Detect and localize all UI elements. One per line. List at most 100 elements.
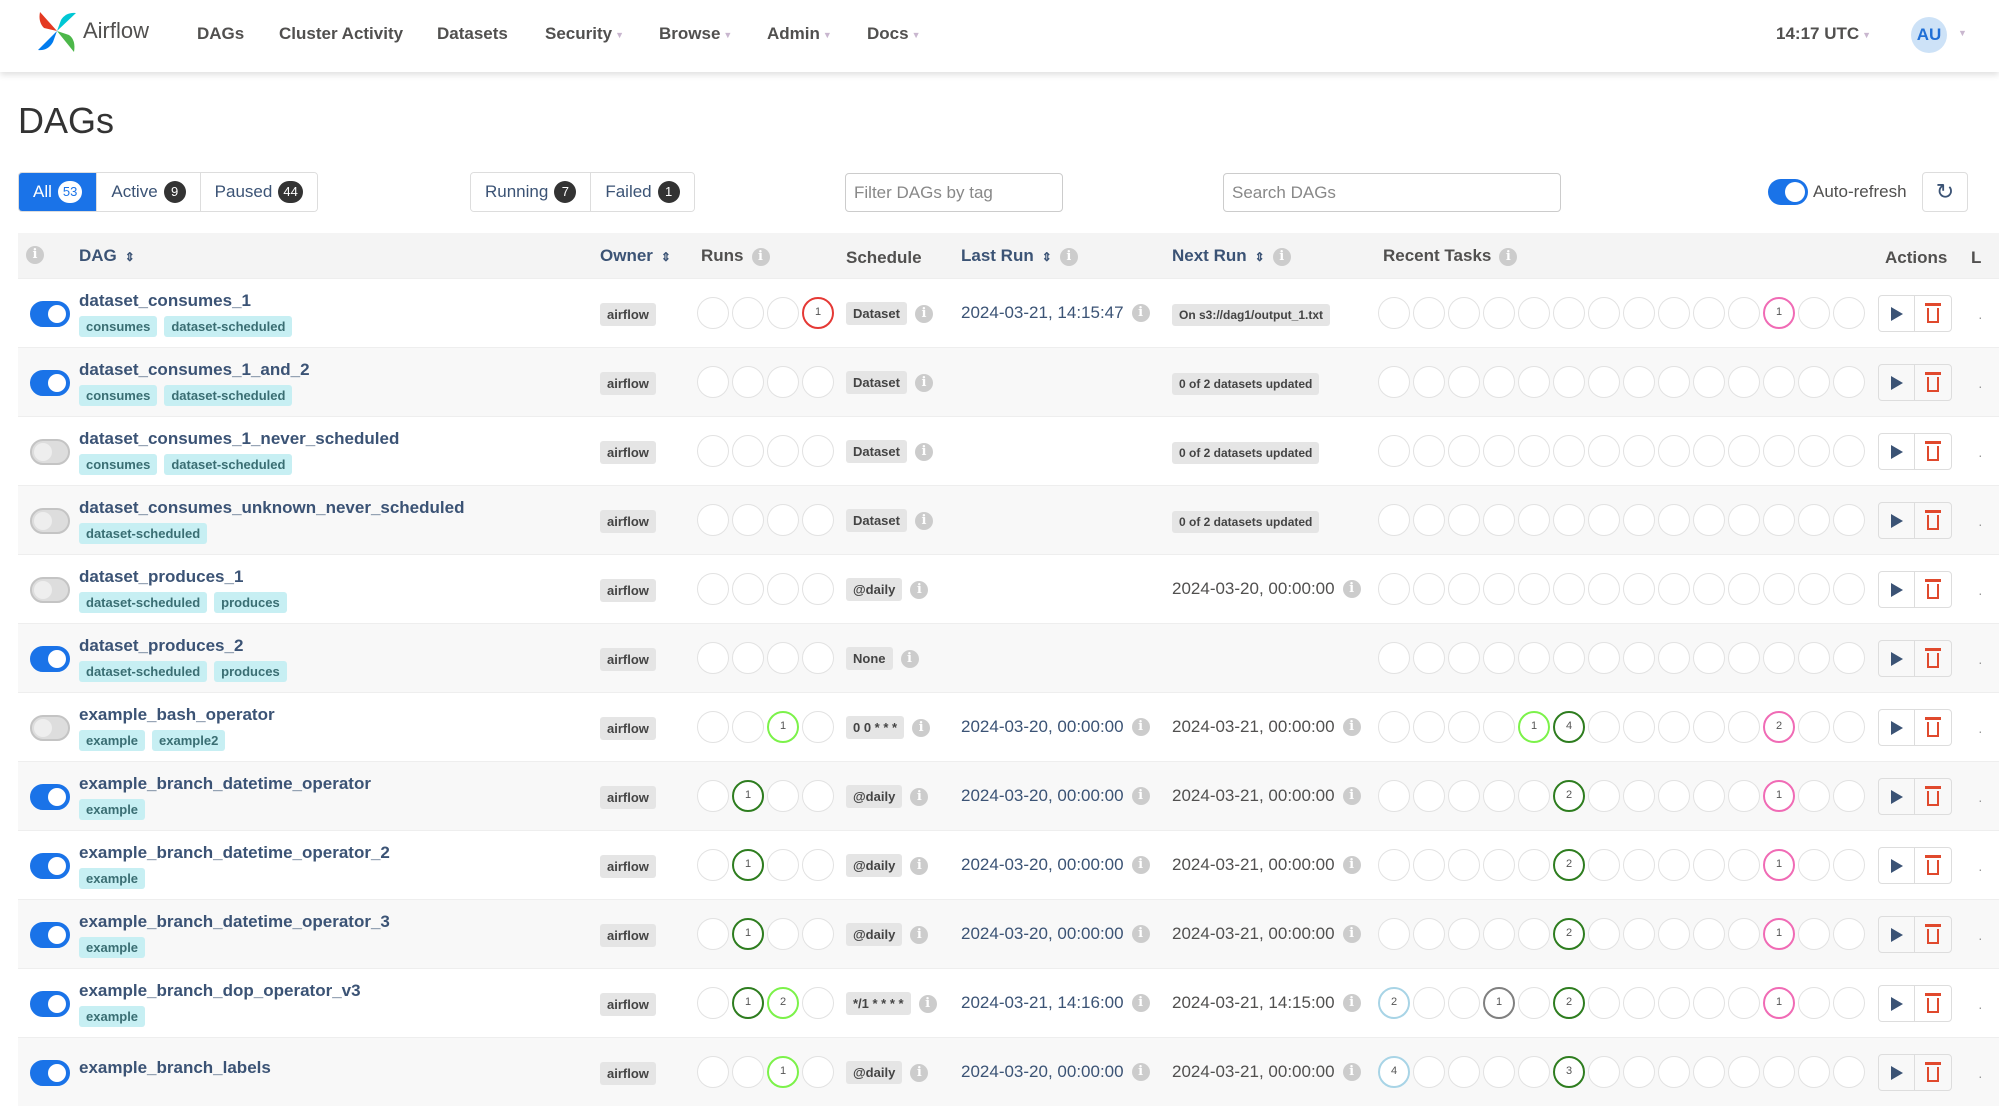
trigger-dag-button[interactable] xyxy=(1879,503,1915,538)
links-menu-icon[interactable]: · xyxy=(1978,999,1983,1015)
task-state-circle-running[interactable]: 1 xyxy=(767,1056,799,1088)
task-state-circle-skipped[interactable]: 1 xyxy=(1763,918,1795,950)
last-run-link[interactable]: 2024-03-20, 00:00:00 xyxy=(961,717,1124,737)
dag-name-link[interactable]: example_bash_operator xyxy=(79,705,275,725)
links-menu-icon[interactable]: · xyxy=(1978,1068,1983,1084)
pause-toggle[interactable] xyxy=(30,439,70,465)
tag-badge[interactable]: dataset-scheduled xyxy=(164,454,293,475)
owner-badge[interactable]: airflow xyxy=(600,717,656,740)
tag-badge[interactable]: dataset-scheduled xyxy=(79,661,208,682)
tag-badge[interactable]: consumes xyxy=(79,454,158,475)
dag-name-link[interactable]: dataset_consumes_unknown_never_scheduled xyxy=(79,498,464,518)
owner-badge[interactable]: airflow xyxy=(600,1062,656,1085)
last-run-link[interactable]: 2024-03-21, 14:15:47 xyxy=(961,303,1124,323)
nav-datasets[interactable]: Datasets xyxy=(437,24,508,44)
column-dag[interactable]: DAG ⇕ xyxy=(79,246,135,266)
tag-badge[interactable]: example xyxy=(79,1006,146,1027)
user-avatar[interactable]: AU xyxy=(1911,17,1947,53)
filter-failed-button[interactable]: Failed 1 xyxy=(591,173,694,211)
delete-dag-button[interactable] xyxy=(1915,434,1951,469)
info-icon[interactable]: i xyxy=(1131,994,1150,1012)
pause-toggle[interactable] xyxy=(30,1060,70,1086)
info-icon[interactable]: i xyxy=(910,580,929,599)
info-icon[interactable]: i xyxy=(914,304,933,323)
links-menu-icon[interactable]: · xyxy=(1978,585,1983,601)
owner-badge[interactable]: airflow xyxy=(600,648,656,671)
dag-name-link[interactable]: dataset_consumes_1_and_2 xyxy=(79,360,310,380)
info-icon[interactable]: i xyxy=(1342,994,1361,1012)
last-run-link[interactable]: 2024-03-20, 00:00:00 xyxy=(961,924,1124,944)
trigger-dag-button[interactable] xyxy=(1879,710,1915,745)
info-icon[interactable]: i xyxy=(1342,1063,1361,1081)
delete-dag-button[interactable] xyxy=(1915,296,1951,331)
task-state-circle-failed[interactable]: 1 xyxy=(802,297,834,329)
task-state-circle-success[interactable]: 2 xyxy=(1553,987,1585,1019)
timezone-clock[interactable]: 14:17 UTC ▼ xyxy=(1776,24,1871,44)
delete-dag-button[interactable] xyxy=(1915,1055,1951,1090)
airflow-logo[interactable] xyxy=(34,8,80,54)
trigger-dag-button[interactable] xyxy=(1879,296,1915,331)
info-icon[interactable]: i xyxy=(914,373,933,392)
task-state-circle-running[interactable]: 1 xyxy=(767,711,799,743)
pause-toggle[interactable] xyxy=(30,715,70,741)
pause-toggle[interactable] xyxy=(30,646,70,672)
delete-dag-button[interactable] xyxy=(1915,917,1951,952)
info-icon[interactable]: i xyxy=(910,1063,929,1082)
task-state-circle-running[interactable]: 1 xyxy=(1518,711,1550,743)
links-menu-icon[interactable]: · xyxy=(1978,723,1983,739)
task-state-circle-running[interactable]: 2 xyxy=(767,987,799,1019)
tag-badge[interactable]: consumes xyxy=(79,316,158,337)
owner-badge[interactable]: airflow xyxy=(600,510,656,533)
last-run-link[interactable]: 2024-03-20, 00:00:00 xyxy=(961,1062,1124,1082)
pause-toggle[interactable] xyxy=(30,508,70,534)
links-menu-icon[interactable]: · xyxy=(1978,654,1983,670)
column-next-run[interactable]: Next Run ⇕ i xyxy=(1172,246,1291,266)
task-state-circle-skipped[interactable]: 1 xyxy=(1763,987,1795,1019)
owner-badge[interactable]: airflow xyxy=(600,579,656,602)
tag-badge[interactable]: dataset-scheduled xyxy=(164,316,293,337)
task-state-circle-skipped[interactable]: 1 xyxy=(1763,849,1795,881)
info-icon[interactable]: i xyxy=(912,718,931,737)
delete-dag-button[interactable] xyxy=(1915,986,1951,1021)
info-icon[interactable]: i xyxy=(1131,856,1150,874)
nav-docs[interactable]: Docs ▼ xyxy=(867,24,921,44)
info-icon[interactable]: i xyxy=(910,856,929,875)
links-menu-icon[interactable]: · xyxy=(1978,861,1983,877)
dag-name-link[interactable]: example_branch_dop_operator_v3 xyxy=(79,981,361,1001)
trigger-dag-button[interactable] xyxy=(1879,365,1915,400)
delete-dag-button[interactable] xyxy=(1915,779,1951,814)
owner-badge[interactable]: airflow xyxy=(600,786,656,809)
info-icon[interactable]: i xyxy=(1131,787,1150,805)
tag-badge[interactable]: example xyxy=(79,937,146,958)
info-icon[interactable]: i xyxy=(1342,787,1361,805)
delete-dag-button[interactable] xyxy=(1915,365,1951,400)
last-run-link[interactable]: 2024-03-20, 00:00:00 xyxy=(961,786,1124,806)
pause-toggle[interactable] xyxy=(30,577,70,603)
info-icon[interactable]: i xyxy=(1342,580,1361,598)
info-icon[interactable]: i xyxy=(1342,718,1361,736)
task-state-circle-success[interactable]: 2 xyxy=(1553,780,1585,812)
tag-badge[interactable]: example xyxy=(79,799,146,820)
trigger-dag-button[interactable] xyxy=(1879,572,1915,607)
links-menu-icon[interactable]: · xyxy=(1978,792,1983,808)
tag-badge[interactable]: example xyxy=(79,868,146,889)
task-state-circle-queued[interactable]: 1 xyxy=(1483,987,1515,1019)
delete-dag-button[interactable] xyxy=(1915,503,1951,538)
links-menu-icon[interactable]: · xyxy=(1978,309,1983,325)
next-run-dataset-badge[interactable]: On s3://dag1/output_1.txt xyxy=(1172,304,1331,326)
next-run-dataset-badge[interactable]: 0 of 2 datasets updated xyxy=(1172,373,1320,395)
filter-running-button[interactable]: Running 7 xyxy=(471,173,592,211)
pause-toggle[interactable] xyxy=(30,922,70,948)
info-icon[interactable]: i xyxy=(1131,1063,1150,1081)
filter-active-button[interactable]: Active 9 xyxy=(97,173,201,211)
task-state-circle-success[interactable]: 3 xyxy=(1553,1056,1585,1088)
info-icon[interactable]: i xyxy=(1131,925,1150,943)
last-run-link[interactable]: 2024-03-21, 14:16:00 xyxy=(961,993,1124,1013)
trigger-dag-button[interactable] xyxy=(1879,779,1915,814)
dag-name-link[interactable]: example_branch_labels xyxy=(79,1058,271,1078)
info-icon[interactable]: i xyxy=(1131,718,1150,736)
next-run-dataset-badge[interactable]: 0 of 2 datasets updated xyxy=(1172,511,1320,533)
owner-badge[interactable]: airflow xyxy=(600,855,656,878)
dag-name-link[interactable]: dataset_consumes_1_never_scheduled xyxy=(79,429,399,449)
task-state-circle-success[interactable]: 4 xyxy=(1553,711,1585,743)
